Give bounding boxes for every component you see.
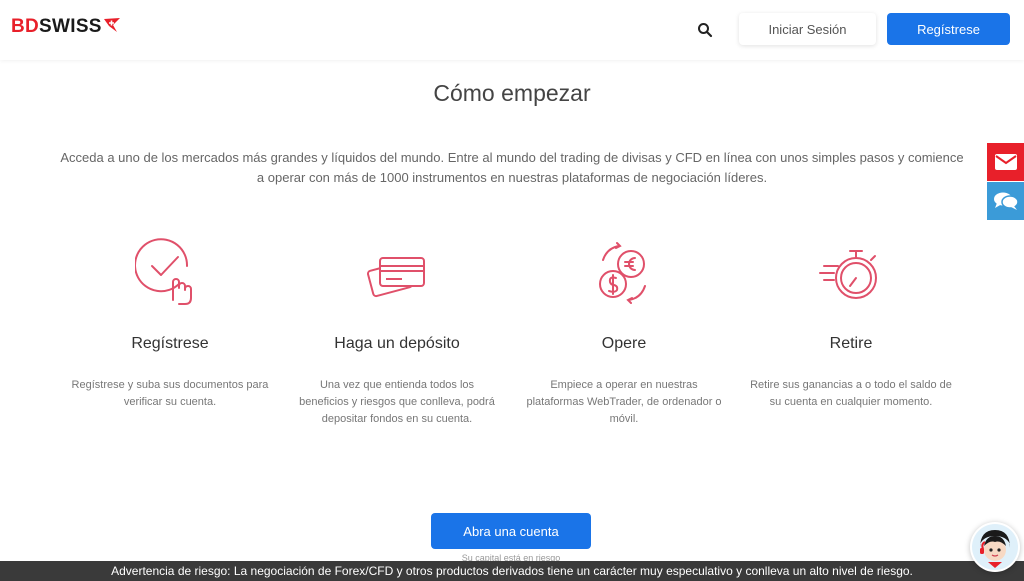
step-description: Empiece a operar en nuestras plataformas…	[526, 379, 722, 425]
stopwatch-icon	[819, 250, 877, 299]
intro-text: Acceda a uno de los mercados más grandes…	[60, 150, 964, 185]
step-deposit: Haga un depósito Una vez que entienda to…	[287, 238, 507, 428]
risk-warning-bar: Advertencia de riesgo: La negociación de…	[0, 561, 1024, 581]
step-title: Opere	[601, 335, 647, 352]
page-title: Cómo empezar	[433, 80, 591, 106]
step-title: Haga un depósito	[334, 335, 460, 352]
step-description: Regístrese y suba sus documentos para ve…	[71, 379, 269, 408]
cards-icon	[366, 257, 425, 298]
logo-flag-icon	[103, 18, 120, 32]
step-withdraw: Retire Retire sus ganancias a o todo el …	[741, 238, 961, 411]
touch-check-icon	[135, 238, 192, 305]
step-register: Regístrese Regístrese y suba sus documen…	[60, 238, 280, 411]
site-header: BD SWISS Iniciar Sesión Regístrese	[0, 0, 1024, 60]
step-title: Regístrese	[131, 335, 209, 352]
login-button[interactable]: Iniciar Sesión	[739, 13, 876, 45]
currency-exchange-icon	[599, 242, 646, 304]
search-icon[interactable]	[696, 21, 714, 39]
logo-swiss-text: SWISS	[39, 16, 102, 37]
step-description: Retire sus ganancias a o todo el saldo d…	[750, 379, 952, 408]
step-description: Una vez que entienda todos los beneficio…	[299, 379, 495, 425]
register-button[interactable]: Regístrese	[887, 13, 1010, 45]
risk-warning-text: Advertencia de riesgo: La negociación de…	[111, 564, 913, 578]
step-title: Retire	[829, 335, 873, 352]
chat-icon[interactable]	[987, 182, 1024, 220]
envelope-icon[interactable]	[987, 143, 1024, 181]
open-account-button[interactable]: Abra una cuenta	[431, 513, 591, 549]
bdswiss-logo[interactable]: BD SWISS	[11, 16, 121, 38]
support-avatar[interactable]	[970, 522, 1020, 572]
logo-bd-text: BD	[11, 16, 40, 37]
step-trade: Opere Empiece a operar en nuestras plata…	[514, 238, 734, 428]
